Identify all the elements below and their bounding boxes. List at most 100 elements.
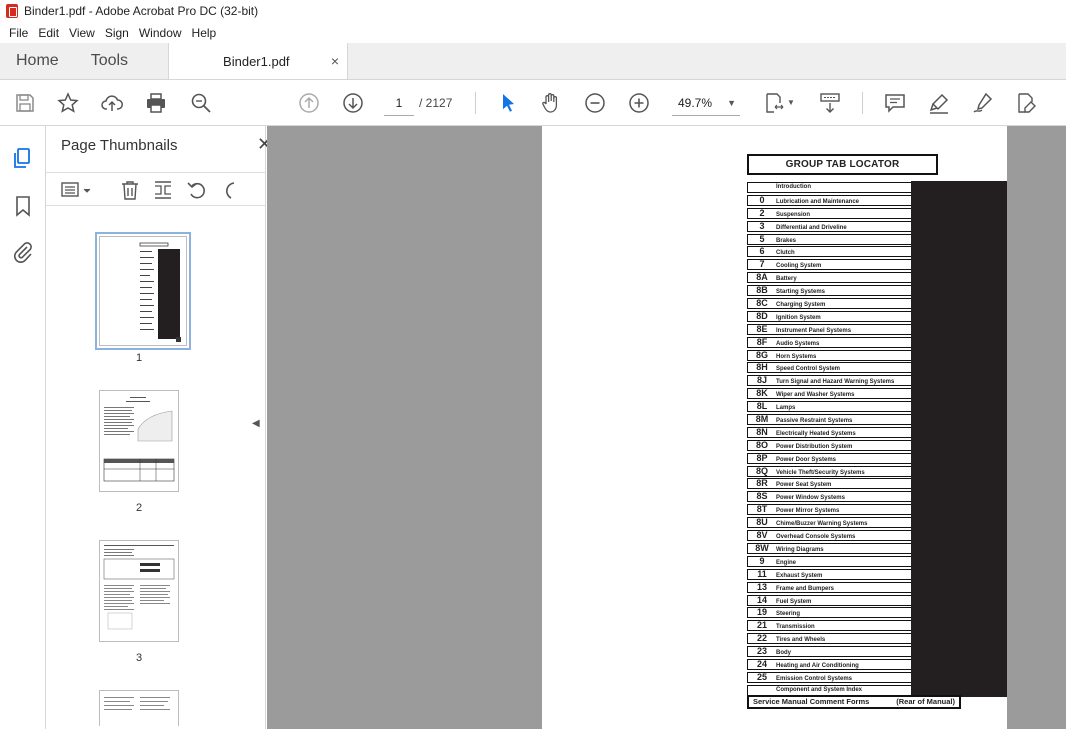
print-icon[interactable] [144,91,168,115]
next-page-icon[interactable] [341,91,365,115]
group-tab-entry: 8G Horn Systems [747,349,911,361]
group-tab-label: Introduction [776,184,811,190]
save-icon[interactable] [13,91,37,115]
group-tab-number: 8A [756,272,768,283]
fill-sign-icon[interactable] [971,91,995,115]
group-tab-row[interactable]: 8O Power Distribution System [747,438,1007,452]
edit-pdf-icon[interactable] [1014,91,1038,115]
pdf-page: GROUP TAB LOCATOR Introduction 0 Lubricati… [542,126,1007,729]
group-tab-row[interactable]: 8H Speed Control System [747,361,1007,375]
group-tab-row[interactable]: 6 Clutch [747,245,1007,259]
scroll-mode-icon[interactable] [818,91,842,115]
group-tab-row[interactable]: 8Q Vehicle Theft/Security Systems [747,464,1007,478]
zoom-search-icon[interactable] [189,91,213,115]
document-viewer[interactable]: GROUP TAB LOCATOR Introduction 0 Lubricati… [267,126,1066,729]
attachments-paperclip-icon[interactable] [11,240,35,264]
zoom-in-icon[interactable] [627,91,651,115]
group-tab-row[interactable]: 8L Lamps [747,400,1007,414]
page-fit-icon[interactable] [762,91,786,115]
group-tab-row[interactable]: 3 Differential and Driveline [747,219,1007,233]
highlight-pen-icon[interactable] [927,91,951,115]
group-tab-number: 8J [756,375,767,386]
group-tab-row[interactable]: 8N Electrically Heated Systems [747,425,1007,439]
group-tab-row[interactable]: 8V Overhead Console Systems [747,529,1007,542]
toolbar-divider [475,92,476,114]
options-menu-icon[interactable] [60,179,94,201]
group-tab-row[interactable]: 14 Fuel System [747,593,1007,607]
group-tab-row[interactable]: 8F Audio Systems [747,335,1007,349]
group-tab-row[interactable]: 8R Power Seat System [747,477,1007,491]
zoom-level-select[interactable]: 49.7% ▼ [672,90,740,116]
chevron-down-icon[interactable]: ▼ [787,98,795,107]
group-tab-row[interactable]: 8W Wiring Diagrams [747,541,1007,555]
previous-page-icon[interactable] [297,91,321,115]
group-tab-row[interactable]: 0 Lubrication and Maintenance [747,193,1007,207]
group-tab-row[interactable]: 25 Emission Control Systems [747,670,1007,684]
group-tab-row[interactable]: 8P Power Door Systems [747,451,1007,465]
bookmark-star-icon[interactable] [56,91,80,115]
close-tab-icon[interactable]: × [331,53,339,69]
group-tab-row[interactable]: Introduction [747,181,1007,194]
group-tab-row[interactable]: 23 Body [747,645,1007,658]
tab-tools[interactable]: Tools [75,43,144,79]
group-tab-marker [911,490,1007,504]
menu-sign[interactable]: Sign [100,26,134,40]
group-tab-row[interactable]: 8J Turn Signal and Hazard Warning Systems [747,374,1007,388]
group-tab-row[interactable]: 8D Ignition System [747,309,1007,323]
menu-view[interactable]: View [64,26,100,40]
group-tab-row[interactable]: 13 Frame and Bumpers [747,580,1007,594]
group-tab-row[interactable]: 8M Passive Restraint Systems [747,413,1007,426]
group-tab-label: Audio Systems [776,340,820,347]
rotate-counterclockwise-icon[interactable] [186,179,208,201]
collapse-panel-icon[interactable]: ◀ [252,418,260,429]
group-tab-row[interactable]: 8A Battery [747,271,1007,285]
group-tab-row[interactable]: 2 Suspension [747,206,1007,220]
group-tab-row[interactable]: 8T Power Mirror Systems [747,503,1007,517]
menu-file[interactable]: File [4,26,33,40]
group-tab-list: Introduction 0 Lubrication and Maintenance… [747,181,1007,697]
group-tab-row[interactable]: 5 Brakes [747,232,1007,246]
group-tab-row[interactable]: 19 Steering [747,606,1007,620]
zoom-out-icon[interactable] [583,91,607,115]
menu-help[interactable]: Help [187,26,222,40]
group-tab-row[interactable]: 22 Tires and Wheels [747,632,1007,646]
group-tab-label: Wiper and Washer Systems [776,392,855,399]
group-tab-row[interactable]: 8K Wiper and Washer Systems [747,387,1007,401]
select-cursor-icon[interactable] [496,91,520,115]
delete-page-icon[interactable] [119,179,141,201]
page-thumbnail[interactable] [99,690,179,726]
menu-window[interactable]: Window [134,26,187,40]
group-tab-entry: 8T Power Mirror Systems [747,504,911,516]
group-tab-row[interactable]: 8U Chime/Buzzer Warning Systems [747,516,1007,530]
group-tab-row[interactable]: 8S Power Window Systems [747,490,1007,504]
tab-home[interactable]: Home [0,43,75,79]
group-tab-row[interactable]: 9 Engine [747,554,1007,568]
menu-edit[interactable]: Edit [33,26,64,40]
group-tab-marker [911,606,1007,620]
page-thumbnail[interactable] [99,540,179,642]
group-tab-marker [911,348,1007,362]
rotate-clockwise-icon[interactable] [218,179,240,201]
group-tab-number: 13 [756,581,767,592]
bookmarks-icon[interactable] [11,194,35,218]
page-thumbnail[interactable] [99,390,179,492]
page-thumbnail[interactable] [95,232,191,350]
upload-cloud-icon[interactable] [100,91,124,115]
thumbnail-page-label: 3 [135,652,143,664]
page-number-input[interactable]: 1 [384,90,414,116]
page-thumbnails-icon[interactable] [11,146,35,170]
comment-icon[interactable] [883,91,907,115]
group-tab-row[interactable]: 7 Cooling System [747,258,1007,272]
tab-document[interactable]: Binder1.pdf × [168,43,349,79]
group-tab-entry: 8B Starting Systems [747,285,911,297]
group-tab-row[interactable]: 8G Horn Systems [747,348,1007,362]
group-tab-row[interactable]: 24 Heating and Air Conditioning [747,657,1007,671]
hand-tool-icon[interactable] [539,91,563,115]
group-tab-row[interactable]: 11 Exhaust System [747,567,1007,581]
thumbnail-list: 1 2 3 [46,214,246,726]
group-tab-row[interactable]: 8B Starting Systems [747,284,1007,298]
group-tab-row[interactable]: 21 Transmission [747,619,1007,633]
insert-page-icon[interactable] [152,179,174,201]
group-tab-row[interactable]: 8E Instrument Panel Systems [747,322,1007,336]
group-tab-row[interactable]: 8C Charging System [747,297,1007,310]
